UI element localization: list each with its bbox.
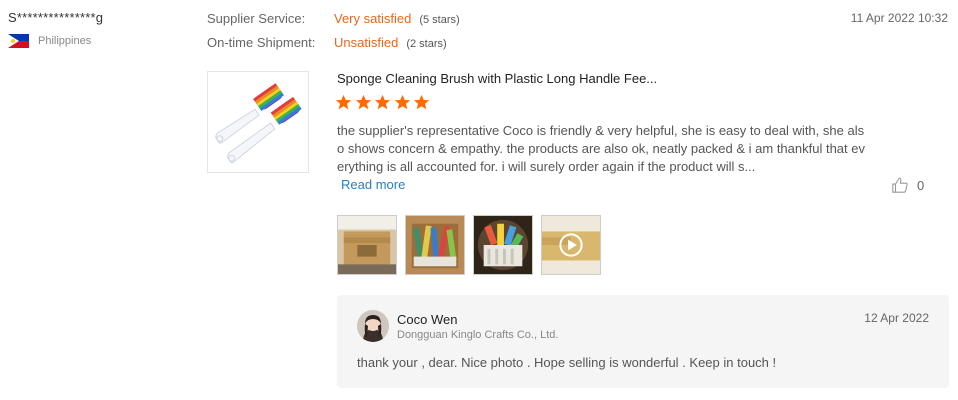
philippines-flag-icon (8, 34, 29, 48)
product-title-link[interactable]: Sponge Cleaning Brush with Plastic Long … (337, 71, 657, 86)
review-photos (337, 215, 609, 275)
rating-label: On-time Shipment: (207, 35, 316, 50)
review-star-rating (335, 94, 433, 111)
rating-stars-count: (2 stars) (406, 38, 447, 50)
thumbs-up-icon (892, 177, 908, 193)
review-text-line: o shows concern & empathy. the products … (337, 141, 865, 156)
video-thumbnail (542, 216, 600, 274)
review-date: 11 Apr 2022 10:32 (850, 11, 948, 25)
star-icon (394, 94, 410, 110)
star-icon (374, 94, 391, 110)
star-icon (335, 94, 352, 110)
review-photo-2[interactable] (405, 215, 465, 275)
supplier-avatar-icon (357, 310, 389, 342)
star-icon (413, 94, 430, 110)
supplier-ratings: Supplier Service: Very satisfied (5 star… (207, 11, 460, 59)
review-photo-3[interactable] (473, 215, 533, 275)
sponge-brush-image (215, 83, 302, 164)
rating-value: Very satisfied (334, 11, 412, 26)
review-text: the supplier's representative Coco is fr… (337, 122, 890, 176)
brushes-in-box-photo (406, 216, 464, 274)
review-text-line: the supplier's representative Coco is fr… (337, 123, 865, 138)
country-name: Philippines (38, 35, 92, 47)
review-photo-1[interactable] (337, 215, 397, 275)
read-more-link[interactable]: Read more (341, 177, 405, 192)
reviewer-country: Philippines (8, 34, 198, 48)
brushes-bundle-photo (474, 216, 532, 274)
reply-author-name: Coco Wen (397, 312, 458, 327)
review-text-line: erything is all accounted for. i will su… (337, 159, 756, 174)
rating-stars-count: (5 stars) (419, 14, 460, 26)
reply-company: Dongguan Kinglo Crafts Co., Ltd. (397, 329, 559, 341)
rating-value: Unsatisfied (334, 35, 399, 50)
reviewer-info: S***************g Philippines (8, 10, 198, 48)
like-button[interactable]: 0 (891, 176, 924, 194)
product-image[interactable] (207, 71, 309, 173)
rating-on-time-shipment: On-time Shipment: Unsatisfied (2 stars) (207, 35, 460, 59)
rating-label: Supplier Service: (207, 11, 306, 26)
star-icon (355, 94, 371, 110)
reply-date: 12 Apr 2022 (864, 311, 929, 325)
reply-text: thank your , dear. Nice photo . Hope sel… (357, 355, 777, 370)
reviewer-name: S***************g (8, 10, 104, 25)
package-photo (338, 216, 396, 274)
like-count: 0 (917, 177, 925, 193)
avatar (357, 310, 389, 342)
rating-supplier-service: Supplier Service: Very satisfied (5 star… (207, 11, 460, 35)
supplier-reply: Coco Wen Dongguan Kinglo Crafts Co., Ltd… (337, 295, 949, 388)
review-video-thumbnail[interactable] (541, 215, 601, 275)
